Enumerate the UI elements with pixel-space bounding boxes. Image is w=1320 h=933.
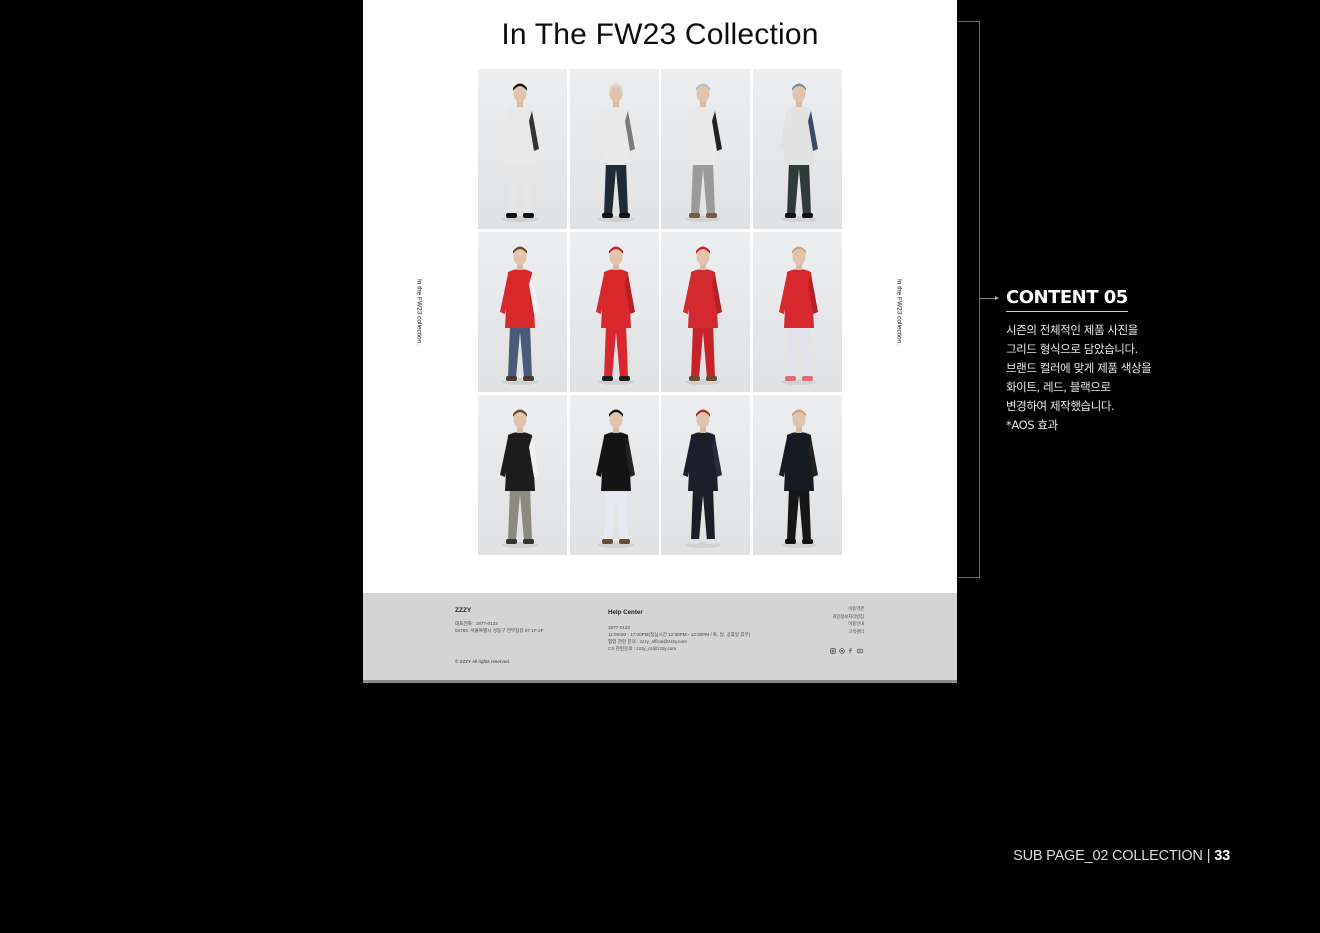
- collection-title: In The FW23 Collection: [501, 18, 819, 51]
- content-description: 시즌의 전체적인 제품 사진을 그리드 형식으로 담았습니다. 브랜드 컬러에 …: [1006, 321, 1206, 435]
- model-figure: [752, 395, 842, 555]
- model-figure: [569, 395, 659, 555]
- footer-link-privacy[interactable]: 개인정보처리방침: [832, 613, 864, 621]
- footer-help-line: 11:00AM - 17:00PM(점심시간 12:30PM - 13:30PM…: [608, 632, 751, 637]
- model-figure: [569, 69, 659, 229]
- description-line: *AOS 효과: [1006, 418, 1058, 432]
- model-figure: [478, 232, 567, 392]
- footer-social-icons: [830, 641, 863, 654]
- description-line: 그리드 형식으로 담았습니다.: [1006, 342, 1138, 356]
- mockup-bottom-edge: [363, 680, 957, 683]
- model-figure: [661, 69, 751, 229]
- footer-cs-email[interactable]: CS 관련문의 : zzzy_cs@zzzy.com: [608, 646, 676, 652]
- model-figure: [478, 395, 567, 555]
- page-number: 33: [1214, 848, 1230, 864]
- description-line: 브랜드 컬러에 맞게 제품 색상을: [1006, 361, 1152, 375]
- page-separator: |: [1206, 848, 1211, 864]
- product-photo[interactable]: [478, 69, 567, 229]
- footer-link-terms[interactable]: 이용약관: [832, 605, 864, 613]
- page-mockup: In The FW23 Collection In the FW23 colle…: [363, 0, 957, 682]
- product-photo[interactable]: [661, 69, 751, 229]
- product-photo[interactable]: [478, 395, 567, 555]
- youtube-icon[interactable]: [857, 641, 863, 654]
- product-photo[interactable]: [478, 232, 567, 392]
- product-photo[interactable]: [661, 395, 751, 555]
- section-bracket: [958, 21, 980, 578]
- model-figure: [752, 232, 842, 392]
- arrow-icon: [995, 296, 999, 300]
- product-photo[interactable]: [752, 395, 842, 555]
- model-figure: [478, 69, 567, 229]
- product-photo[interactable]: [569, 395, 659, 555]
- description-line: 화이트, 레드, 블랙으로: [1006, 380, 1111, 394]
- model-figure: [569, 232, 659, 392]
- model-figure: [661, 232, 751, 392]
- model-figure: [752, 69, 842, 229]
- product-photo[interactable]: [569, 232, 659, 392]
- product-photo-grid: [478, 69, 842, 555]
- footer-help-title: Help Center: [608, 609, 643, 616]
- footer-copyright: © ZZZY All rights reserved.: [455, 659, 511, 664]
- footer-help-email[interactable]: 협업 관련 문의 : zzzy_offical@zzzy.com: [608, 639, 687, 645]
- content-title: CONTENT 05: [1006, 287, 1128, 312]
- footer-brand: ZZZY: [455, 607, 472, 614]
- product-photo[interactable]: [752, 69, 842, 229]
- footer-link-support[interactable]: 고객센터: [832, 628, 864, 636]
- product-photo[interactable]: [752, 232, 842, 392]
- description-line: 변경하여 제작했습니다.: [1006, 399, 1115, 413]
- model-figure: [661, 395, 751, 555]
- page-label: SUB PAGE_02 COLLECTION | 33: [1013, 848, 1230, 864]
- footer-phone: 대표전화 : 1877-0123: [455, 621, 498, 626]
- footer-address: 04783, 서울특별시 성동구 연무장길 87 1F-2F: [455, 628, 544, 633]
- footer-help-line: 1877-0123: [608, 625, 630, 630]
- product-photo[interactable]: [569, 69, 659, 229]
- instagram-icon[interactable]: [830, 641, 836, 654]
- footer-links: 이용약관 개인정보처리방침 이용안내 고객센터: [832, 605, 864, 635]
- chat-icon[interactable]: [839, 641, 845, 654]
- description-line: 시즌의 전체적인 제품 사진을: [1006, 323, 1138, 337]
- site-footer: ZZZY 대표전화 : 1877-0123 04783, 서울특별시 성동구 연…: [363, 593, 957, 682]
- product-photo[interactable]: [661, 232, 751, 392]
- facebook-icon[interactable]: [848, 641, 854, 654]
- footer-link-guide[interactable]: 이용안내: [832, 620, 864, 628]
- page-section-name: SUB PAGE_02 COLLECTION: [1013, 848, 1203, 864]
